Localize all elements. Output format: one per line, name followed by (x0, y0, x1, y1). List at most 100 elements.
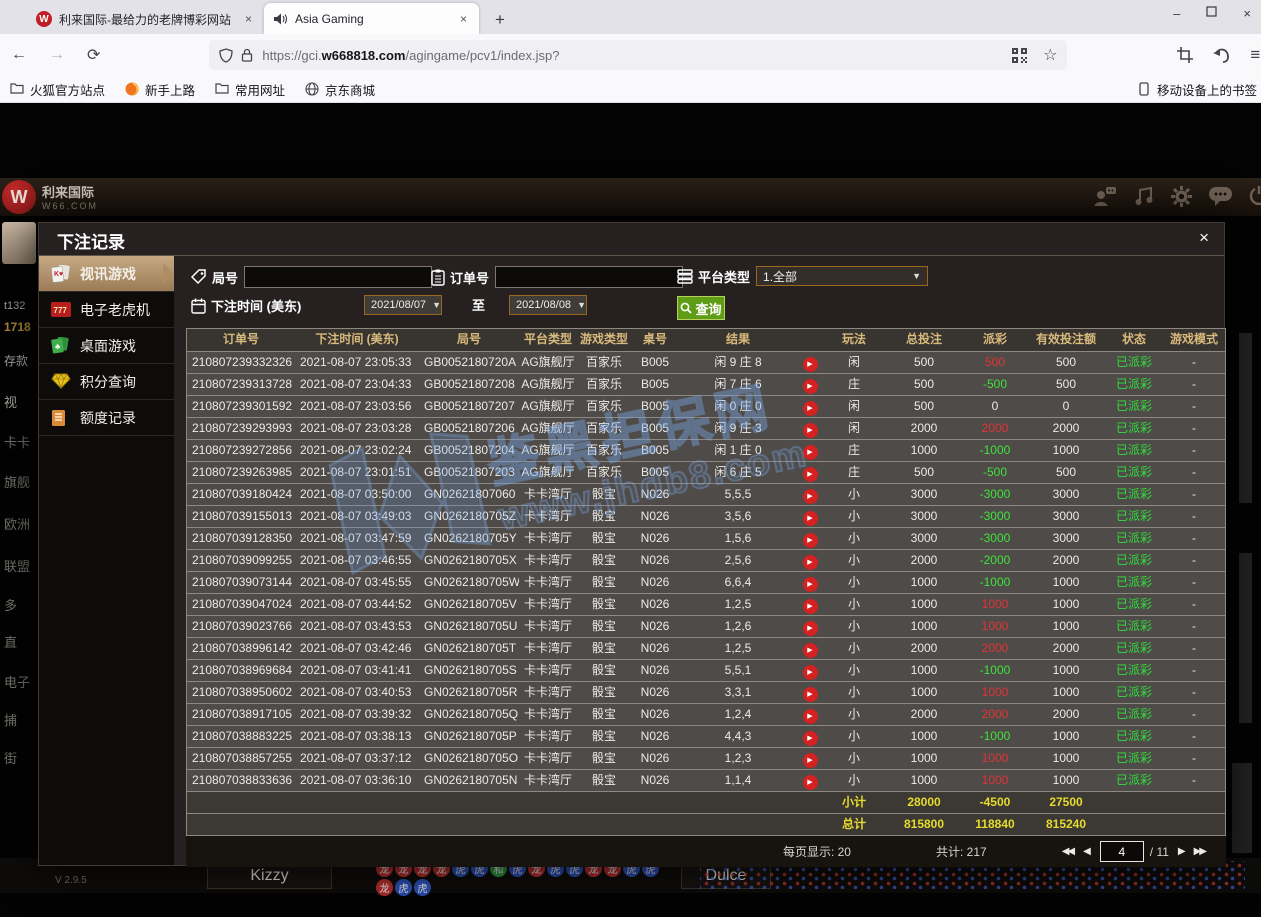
video-label[interactable]: 视 (4, 392, 17, 411)
url-text[interactable]: https://gci.w668818.com/agingame/pcv1/in… (262, 48, 559, 63)
lock-icon[interactable] (241, 48, 253, 62)
round-id-cell: GN0262180705V (419, 594, 519, 615)
replay-button[interactable]: ▶ (803, 643, 818, 658)
mobile-bookmarks-item[interactable]: 移动设备上的书签 (1129, 80, 1261, 99)
chat-icon[interactable] (1209, 186, 1232, 207)
total-count-label: 共计: 217 (936, 843, 987, 860)
play-cell: ▶ (797, 396, 823, 417)
bg-menu-item[interactable]: 捕 (4, 710, 17, 729)
bg-menu-item[interactable]: 直 (4, 632, 17, 651)
undo-arrow-icon[interactable] (1213, 48, 1230, 63)
bg-menu-item[interactable]: 欧洲 (4, 514, 30, 533)
bg-menu-item[interactable]: 电子 (4, 672, 30, 691)
replay-button[interactable]: ▶ (803, 775, 818, 790)
replay-button[interactable]: ▶ (803, 357, 818, 372)
power-icon[interactable] (1249, 186, 1261, 207)
date-from-select[interactable]: 2021/08/07 ▼ (364, 295, 442, 315)
status-cell: 已派彩 (1105, 682, 1163, 703)
sidebar-item-table-games[interactable]: ♣ 桌面游戏 (39, 328, 174, 364)
table-id-cell: N026 (631, 726, 679, 747)
replay-button[interactable]: ▶ (803, 467, 818, 482)
url-bar[interactable]: https://gci.w668818.com/agingame/pcv1/in… (209, 40, 1067, 70)
result-cell: 1,2,3 (679, 748, 797, 769)
total-bet-cell: 1000 (885, 748, 963, 769)
new-tab-button[interactable]: + (489, 10, 511, 30)
bg-menu-item[interactable]: 多 (4, 595, 17, 614)
platform-cell: AG旗舰厅 (519, 418, 577, 439)
replay-button[interactable]: ▶ (803, 709, 818, 724)
date-to-select[interactable]: 2021/08/08 ▼ (509, 295, 587, 315)
screenshot-crop-icon[interactable] (1177, 47, 1193, 63)
tab-close-icon[interactable]: × (458, 12, 469, 26)
round-id-cell: GB0052180720A (419, 352, 519, 373)
replay-button[interactable]: ▶ (803, 753, 818, 768)
bg-menu-item[interactable]: 旗舰 (4, 472, 30, 491)
bookmark-star-icon[interactable]: ☆ (1043, 45, 1057, 65)
status-cell: 已派彩 (1105, 396, 1163, 417)
tab-close-icon[interactable]: × (243, 12, 254, 26)
w66-logo[interactable]: W (2, 180, 36, 214)
replay-button[interactable]: ▶ (803, 555, 818, 570)
back-button[interactable]: ← (0, 46, 38, 64)
order-id-input[interactable] (495, 266, 683, 288)
subtotal-row-payout: -4500 (963, 792, 1027, 813)
bg-menu-item[interactable]: 联盟 (4, 556, 30, 575)
modal-close-button[interactable]: × (1194, 228, 1214, 248)
reload-button[interactable]: ⟳ (76, 45, 111, 65)
bg-menu-item[interactable]: 街 (4, 748, 17, 767)
replay-button[interactable]: ▶ (803, 599, 818, 614)
bg-menu-item[interactable]: 卡卡 (4, 432, 30, 451)
page-number-input[interactable] (1100, 841, 1144, 862)
replay-button[interactable]: ▶ (803, 511, 818, 526)
slot-777-icon: 777 (51, 301, 71, 319)
replay-button[interactable]: ▶ (803, 489, 818, 504)
last-page-button[interactable]: ▶▶ (1189, 846, 1210, 857)
replay-button[interactable]: ▶ (803, 731, 818, 746)
table-header-row: 订单号下注时间 (美东)局号平台类型游戏类型桌号结果玩法总投注派彩有效投注额状态… (187, 329, 1225, 351)
table-id-cell: B005 (631, 418, 679, 439)
spacer-cell (1105, 792, 1225, 813)
total-bet-cell: 500 (885, 374, 963, 395)
replay-button[interactable]: ▶ (803, 577, 818, 592)
sidebar-item-points[interactable]: 积分查询 (39, 364, 174, 400)
browser-tab-asia-gaming[interactable]: Asia Gaming × (264, 3, 479, 34)
forward-button[interactable]: → (38, 46, 76, 64)
sidebar-item-quota-records[interactable]: 额度记录 (39, 400, 174, 436)
bookmark-item[interactable]: 火狐官方站点 (0, 80, 115, 99)
prev-page-button[interactable]: ◀ (1078, 846, 1094, 857)
replay-button[interactable]: ▶ (803, 401, 818, 416)
valid-bet-cell: 1000 (1027, 440, 1105, 461)
status-cell: 已派彩 (1105, 484, 1163, 505)
browser-tab-w66[interactable]: W 利来国际-最给力的老牌博彩网站 × (26, 4, 264, 34)
music-icon[interactable] (1134, 186, 1154, 207)
first-page-button[interactable]: ◀◀ (1057, 846, 1078, 857)
replay-button[interactable]: ▶ (803, 379, 818, 394)
support-icon[interactable] (1093, 186, 1117, 207)
replay-button[interactable]: ▶ (803, 445, 818, 460)
round-id-input[interactable] (244, 266, 432, 288)
window-maximize-button[interactable] (1206, 6, 1217, 21)
sidebar-item-live-games[interactable]: K♥ 视讯游戏 (39, 256, 174, 292)
window-minimize-button[interactable]: – (1173, 6, 1180, 21)
window-close-button[interactable]: × (1243, 6, 1251, 21)
shield-icon[interactable] (219, 48, 233, 63)
table-row: 2108070390237662021-08-07 03:43:53GN0262… (187, 615, 1225, 637)
next-page-button[interactable]: ▶ (1173, 846, 1189, 857)
replay-button[interactable]: ▶ (803, 533, 818, 548)
replay-button[interactable]: ▶ (803, 423, 818, 438)
qr-code-icon[interactable] (1012, 48, 1027, 63)
replay-button[interactable]: ▶ (803, 621, 818, 636)
hamburger-menu-icon[interactable]: ≡ (1250, 45, 1260, 65)
sidebar-item-slots[interactable]: 777 电子老虎机 (39, 292, 174, 328)
search-button[interactable]: 查询 (677, 296, 725, 320)
deposit-label[interactable]: 存款 (4, 352, 28, 369)
bookmark-item[interactable]: 京东商城 (295, 80, 385, 99)
gear-icon[interactable] (1171, 186, 1192, 207)
bookmark-item[interactable]: 常用网址 (205, 80, 295, 99)
gem-icon (51, 373, 71, 391)
bookmark-item[interactable]: 新手上路 (115, 80, 205, 99)
play-type-cell: 小 (823, 594, 885, 615)
replay-button[interactable]: ▶ (803, 665, 818, 680)
replay-button[interactable]: ▶ (803, 687, 818, 702)
platform-type-select[interactable]: 1.全部 ▼ (756, 266, 928, 286)
